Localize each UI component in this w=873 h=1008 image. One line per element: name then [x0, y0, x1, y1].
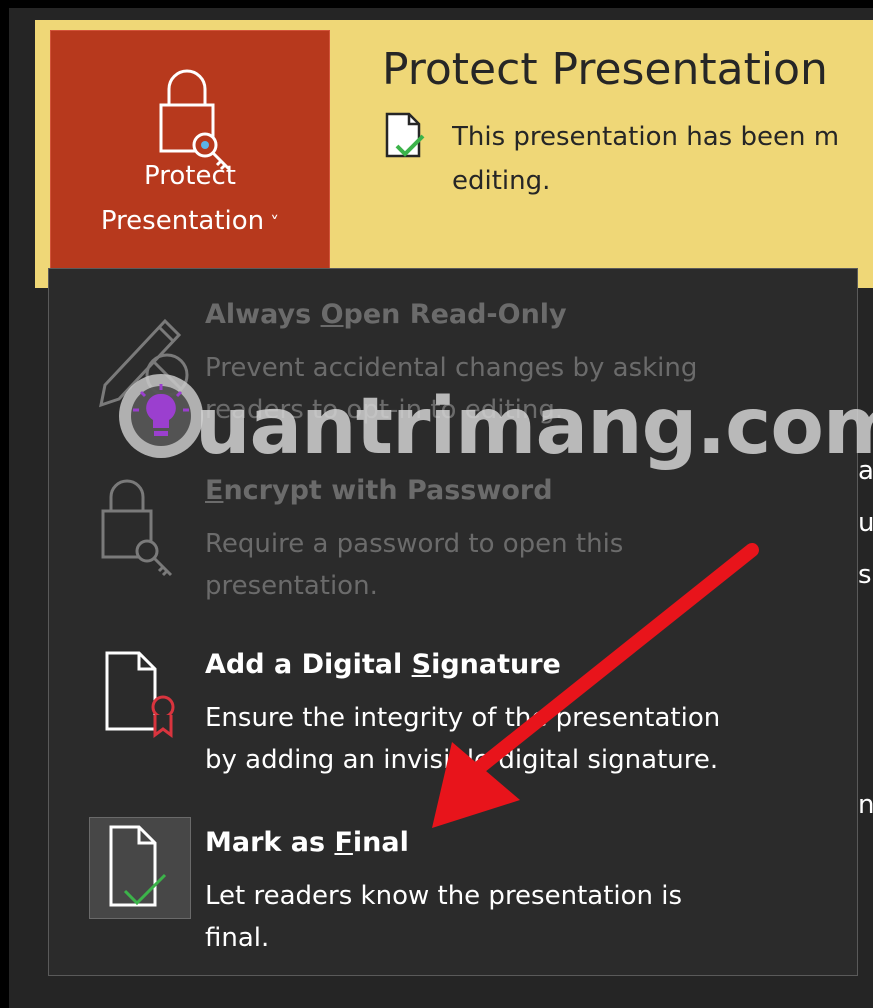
background-text-fragment: u — [858, 508, 873, 538]
menu-item-description: Require a password to open this presenta… — [205, 529, 624, 601]
protect-dropdown-menu: Always Open Read-Only Prevent accidental… — [48, 268, 858, 976]
background-text-fragment: s — [858, 560, 872, 590]
menu-item-title: Always Open Read-Only — [205, 299, 567, 330]
signature-document-icon — [105, 651, 175, 738]
banner-title: Protect Presentation — [382, 44, 828, 95]
menu-item-description: Let readers know the presentation is fin… — [205, 881, 683, 953]
protect-button-label-2: Presentation ˅ — [100, 206, 280, 236]
menu-item-title: Encrypt with Password — [205, 475, 553, 506]
menu-item-description: Prevent accidental changes by asking rea… — [205, 353, 698, 425]
final-document-icon — [109, 825, 167, 907]
lock-key-icon — [159, 69, 231, 171]
background-text-fragment: a — [858, 456, 873, 486]
menu-item-description: Ensure the integrity of the presentation… — [205, 703, 721, 775]
final-document-icon — [385, 112, 425, 158]
menu-item-title: Mark as Final — [205, 827, 409, 858]
banner-description: This presentation has been m editing. — [452, 122, 840, 196]
protect-button-label-1: Protect — [144, 161, 236, 191]
lock-key-icon — [101, 479, 173, 577]
background-text-fragment: n — [858, 790, 873, 820]
chevron-down-icon: ˅ — [270, 213, 280, 234]
pencil-prohibit-icon — [99, 318, 189, 408]
protect-presentation-button[interactable]: Protect Presentation ˅ — [50, 30, 330, 270]
menu-item-title: Add a Digital Signature — [205, 649, 561, 680]
